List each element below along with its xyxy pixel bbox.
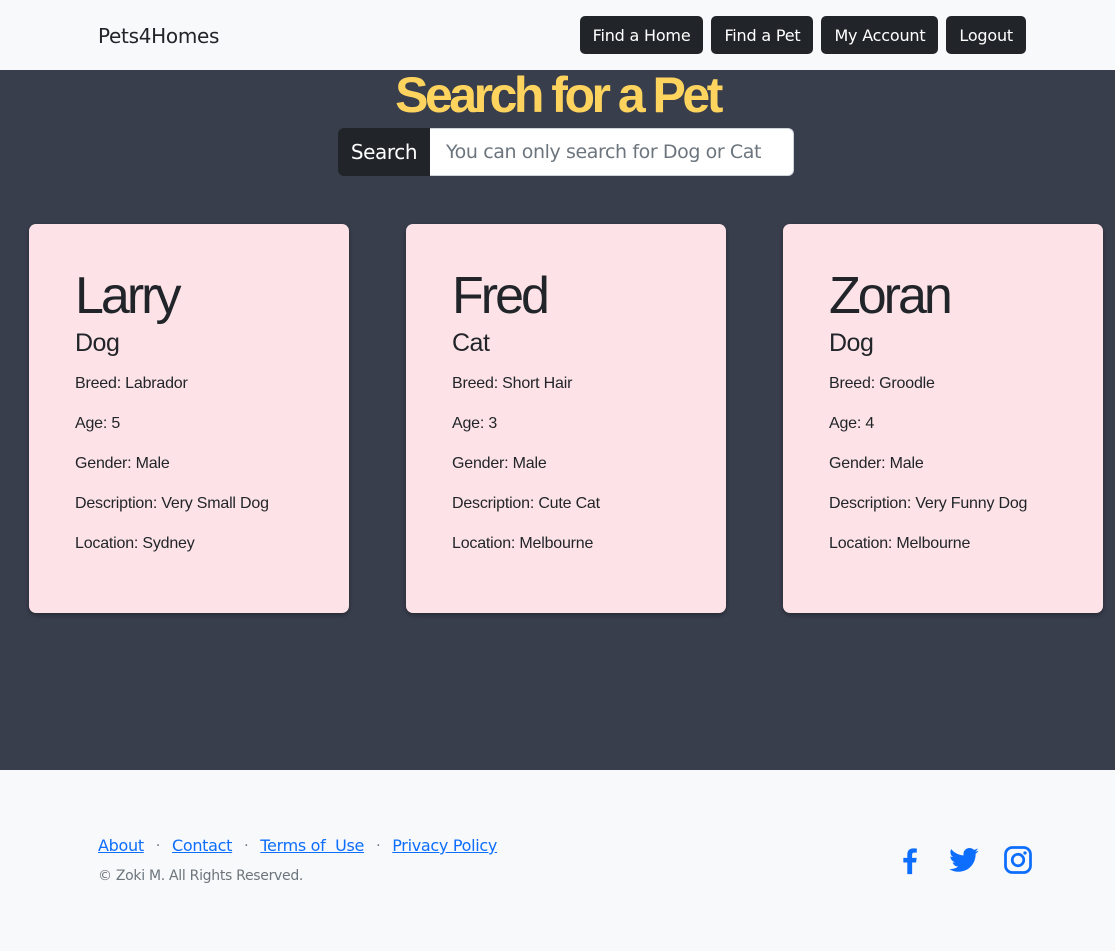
pet-type: Dog (75, 329, 120, 357)
pet-gender: Gender: Male (75, 455, 170, 472)
facebook-icon[interactable] (893, 843, 927, 877)
pet-description: Description: Cute Cat (452, 495, 600, 512)
pet-card[interactable]: Fred Cat Breed: Short Hair Age: 3 Gender… (406, 224, 726, 613)
search-group: Search (338, 128, 794, 176)
pet-gender: Gender: Male (829, 455, 924, 472)
pet-name: Zoran (829, 267, 953, 325)
find-a-home-button[interactable]: Find a Home (579, 16, 704, 54)
find-a-pet-button[interactable]: Find a Pet (711, 16, 814, 54)
pet-breed: Breed: Short Hair (452, 375, 573, 392)
copyright: © Zoki M. All Rights Reserved. (98, 868, 304, 884)
about-link[interactable]: About (98, 836, 144, 855)
pet-gender: Gender: Male (452, 455, 547, 472)
pet-age: Age: 3 (452, 415, 498, 432)
nav-buttons: Find a Home Find a Pet My Account Logout (579, 16, 1026, 54)
pet-name: Larry (75, 267, 181, 325)
separator: · (155, 837, 160, 854)
pet-card[interactable]: Larry Dog Breed: Labrador Age: 5 Gender:… (29, 224, 349, 613)
search-label: Search (338, 128, 430, 176)
pet-breed: Breed: Groodle (829, 375, 935, 392)
footer: About · Contact · Terms of Use · Privacy… (0, 770, 1115, 951)
main-section: Search for a Pet Search Larry Dog Breed:… (0, 67, 1115, 770)
pet-type: Cat (452, 329, 490, 357)
pet-location: Location: Melbourne (452, 535, 594, 552)
pet-type: Dog (829, 329, 874, 357)
logout-button[interactable]: Logout (946, 16, 1026, 54)
footer-links: About · Contact · Terms of Use · Privacy… (98, 836, 497, 855)
privacy-policy-link[interactable]: Privacy Policy (392, 836, 497, 855)
search-input[interactable] (430, 128, 794, 176)
separator: · (244, 837, 249, 854)
pet-name: Fred (452, 267, 550, 325)
twitter-icon[interactable] (947, 843, 981, 877)
brand-logo[interactable]: Pets4Homes (98, 24, 219, 48)
navbar: Pets4Homes Find a Home Find a Pet My Acc… (0, 0, 1115, 70)
my-account-button[interactable]: My Account (821, 16, 939, 54)
pet-location: Location: Sydney (75, 535, 195, 552)
terms-of-use-link[interactable]: Terms of Use (260, 836, 364, 855)
pet-age: Age: 5 (75, 415, 121, 432)
contact-link[interactable]: Contact (172, 836, 232, 855)
pet-card[interactable]: Zoran Dog Breed: Groodle Age: 4 Gender: … (783, 224, 1103, 613)
pet-age: Age: 4 (829, 415, 875, 432)
pet-description: Description: Very Small Dog (75, 495, 269, 512)
separator: · (376, 837, 381, 854)
pet-location: Location: Melbourne (829, 535, 971, 552)
page-title: Search for a Pet (395, 67, 723, 123)
pet-breed: Breed: Labrador (75, 375, 188, 392)
instagram-icon[interactable] (1001, 843, 1035, 877)
social-links (893, 843, 1035, 877)
pet-description: Description: Very Funny Dog (829, 495, 1028, 512)
